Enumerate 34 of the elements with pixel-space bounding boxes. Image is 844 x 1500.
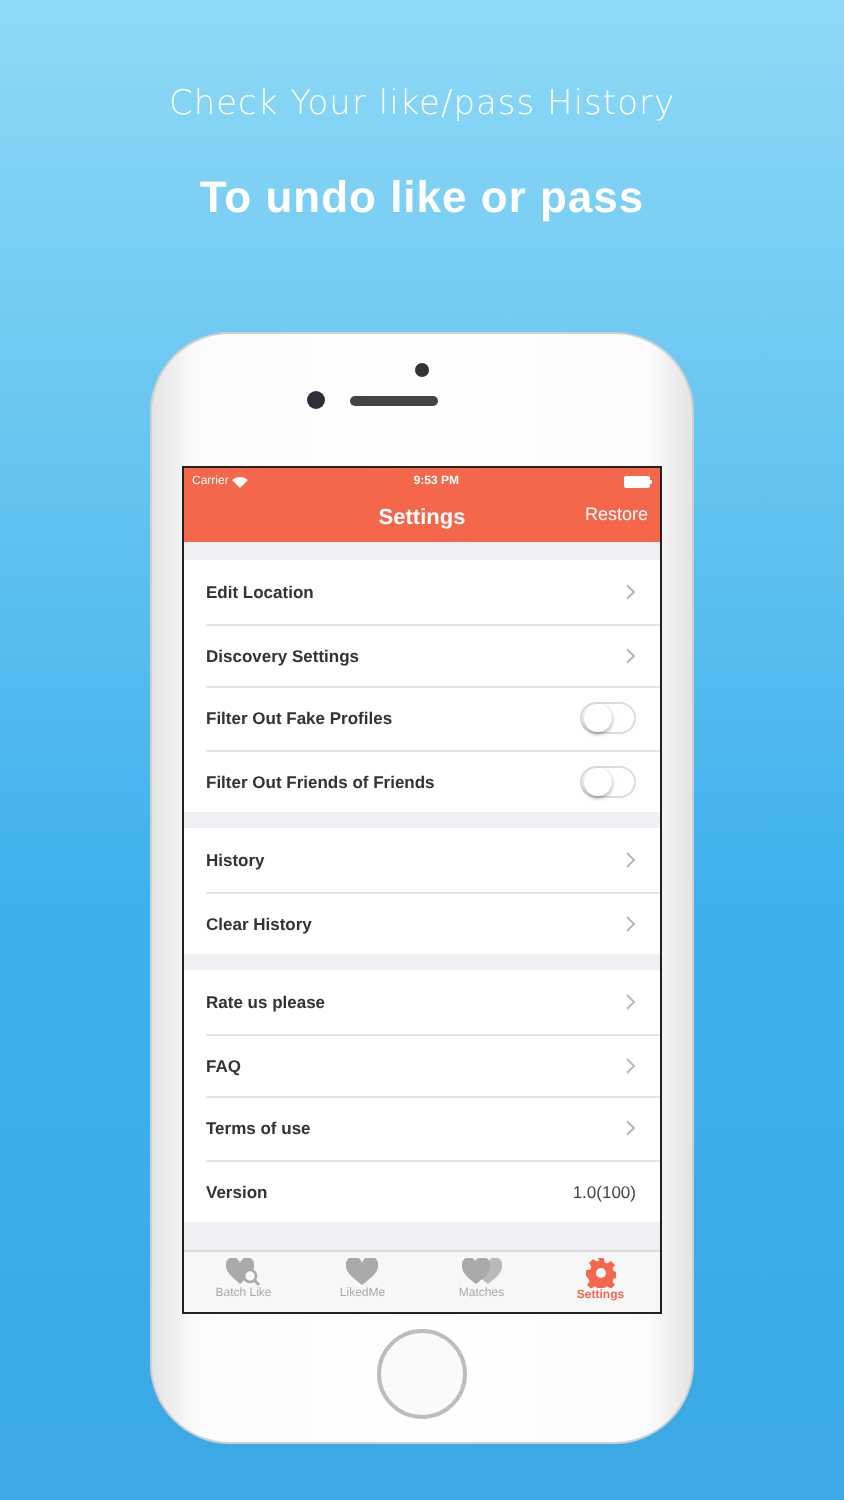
version-value: 1.0(100) — [572, 1181, 636, 1202]
chevron-icon[interactable] — [626, 583, 636, 600]
camera-icon — [414, 362, 430, 378]
setting-label: FAQ — [206, 1055, 241, 1076]
speaker-icon — [350, 395, 438, 405]
chevron-icon[interactable] — [626, 647, 636, 664]
toggle-switch[interactable] — [580, 702, 636, 735]
setting-label: Clear History — [206, 913, 312, 934]
chevron-icon[interactable] — [626, 1057, 636, 1074]
heart-search-icon — [225, 1258, 262, 1286]
setting-label: Filter Out Fake Profiles — [206, 708, 393, 729]
setting-label: Filter Out Friends of Friends — [206, 771, 435, 792]
chevron-icon[interactable] — [626, 851, 636, 868]
chevron-icon[interactable] — [626, 993, 636, 1010]
nav-title: Settings — [378, 506, 466, 530]
subheadline: To undo like or pass — [199, 172, 645, 224]
chevron-icon[interactable] — [626, 1120, 636, 1137]
headline: Check Your like/pass History — [168, 84, 676, 124]
two-hearts-icon — [461, 1258, 502, 1286]
chevron-icon[interactable] — [626, 915, 636, 932]
heart-icon — [346, 1258, 379, 1286]
wifi-icon — [232, 475, 249, 487]
setting-label: Edit Location — [206, 581, 314, 602]
home-button-icon — [376, 1328, 468, 1420]
gear-icon — [585, 1258, 616, 1288]
toggle-switch[interactable] — [580, 765, 636, 798]
camera-icon — [306, 390, 326, 410]
setting-label: History — [206, 849, 265, 870]
setting-label: Terms of use — [206, 1118, 311, 1139]
battery-icon — [624, 475, 652, 487]
setting-label: Version — [206, 1181, 268, 1202]
setting-label: Discovery Settings — [206, 645, 360, 666]
setting-label: Rate us please — [206, 991, 326, 1012]
restore-button[interactable]: Restore — [584, 504, 648, 524]
